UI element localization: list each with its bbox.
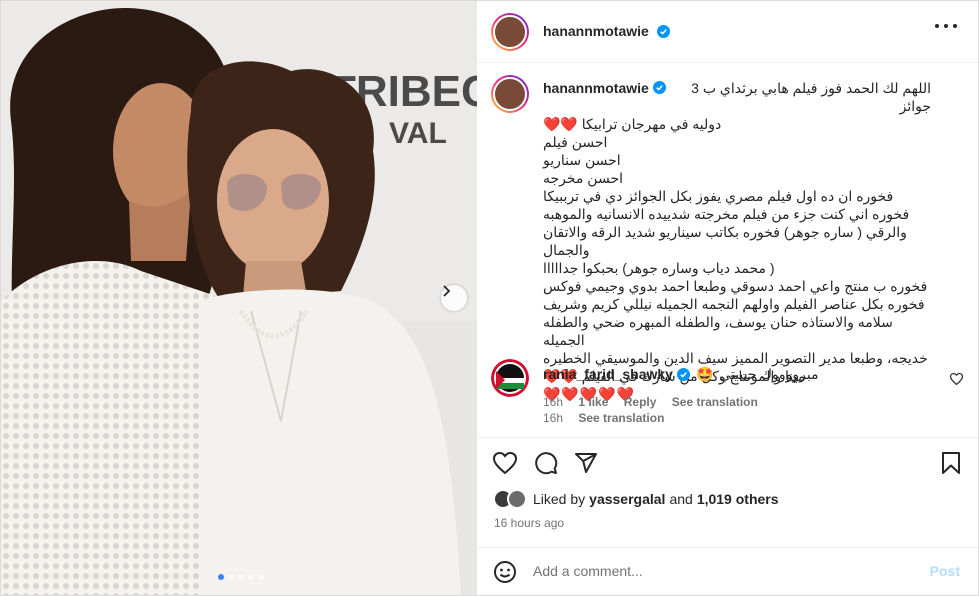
bookmark-icon[interactable] xyxy=(941,451,961,475)
commenter-avatar[interactable] xyxy=(491,359,529,397)
likes-summary: Liked by yassergalal and 1,019 others xyxy=(493,489,779,509)
liked-by-prefix: Liked by xyxy=(533,491,586,507)
heart-outline-icon[interactable] xyxy=(493,452,517,474)
caption-time: 16h xyxy=(543,411,564,425)
comment-head: rania_farid_shawky 🤩 مبرووووك حبيبتي xyxy=(543,365,943,383)
carousel-dots xyxy=(218,574,264,580)
caption-line: دوليه في مهرجان ترابيكا ❤️❤️ xyxy=(543,115,931,133)
caption-line: فخوره ب منتج واعي احمد دسوقي وطبعا احمد … xyxy=(543,278,928,294)
caption-meta: 16h See translation xyxy=(543,409,931,427)
author-avatar-image xyxy=(493,15,527,49)
comment-bubble-icon[interactable] xyxy=(534,451,558,475)
caption-line: فخوره ان ده اول فيلم مصري يفوز بكل الجوا… xyxy=(543,188,894,204)
see-translation-link[interactable]: See translation xyxy=(578,411,664,425)
commenter-username[interactable]: rania_farid_shawky xyxy=(543,366,673,382)
comment-text: مبرووووك حبيبتي xyxy=(719,366,819,382)
caption-line: احسن فيلم xyxy=(543,134,608,150)
photo-image: TRIBECA VAL xyxy=(1,1,477,595)
caption-head: hanannmotawie اللهم لك الحمد فوز فيلم ها… xyxy=(543,79,931,115)
add-comment-bar: Post xyxy=(477,547,978,595)
caption-line: اللهم لك الحمد فوز فيلم هابي برثداي ب 3 … xyxy=(691,80,931,114)
caption-line: والرقي ( ساره جوهر) فخوره بكاتب سيناريو … xyxy=(543,224,907,258)
post-header: hanannmotawie xyxy=(477,1,978,63)
carousel-dot xyxy=(248,574,254,580)
paper-plane-icon[interactable] xyxy=(574,451,598,475)
verified-badge-icon xyxy=(657,25,671,38)
caption-line: احسن سناريو xyxy=(543,152,621,168)
carousel-dot xyxy=(228,574,234,580)
caption-line: احسن مخرجه xyxy=(543,170,624,186)
caption-line-text: دوليه في مهرجان ترابيكا xyxy=(581,116,722,132)
heart-emoji: ❤️❤️ xyxy=(543,116,578,132)
carousel-dot xyxy=(218,574,224,580)
verified-badge-icon xyxy=(652,81,666,94)
liked-by-others[interactable]: 1,019 others xyxy=(697,491,779,507)
caption-avatar-image xyxy=(493,77,527,111)
caption-line: فخوره اني كنت جزء من فيلم مخرجته شدييده … xyxy=(543,206,910,222)
author-info: hanannmotawie xyxy=(543,23,671,41)
likers-avatars xyxy=(493,489,529,509)
chevron-right-icon xyxy=(443,285,451,297)
carousel-dot xyxy=(238,574,244,580)
verified-badge-icon xyxy=(676,367,690,381)
comment-time: 16h xyxy=(543,395,564,409)
post-time-ago: 16 hours ago xyxy=(494,516,565,530)
post-photo[interactable]: TRIBECA VAL xyxy=(1,1,477,595)
comment-meta: 16h 1 like Reply See translation xyxy=(543,395,943,409)
post-details-panel: hanannmotawie hanannmotawie اللهم لك الح… xyxy=(477,1,978,595)
carousel-next-button[interactable] xyxy=(441,285,467,311)
caption-line: فخوره بكل عناصر الفيلم واولهم النجمه الج… xyxy=(543,296,925,312)
post-comment-button[interactable]: Post xyxy=(930,563,960,579)
caption-line: سلامه والاستاذه حنان يوسف، والطفله المبه… xyxy=(543,314,893,348)
comment-reply-button[interactable]: Reply xyxy=(624,395,657,409)
liked-by-user[interactable]: yassergalal xyxy=(589,491,665,507)
more-horizontal-icon[interactable] xyxy=(934,23,958,29)
author-avatar[interactable] xyxy=(491,13,529,51)
comment-emoji: 🤩 xyxy=(695,365,714,382)
liker-avatar xyxy=(507,489,527,509)
comment-see-translation-link[interactable]: See translation xyxy=(672,395,758,409)
heart-outline-icon[interactable] xyxy=(950,373,963,385)
photo-sign-text-2: VAL xyxy=(389,117,447,150)
carousel-dot xyxy=(258,574,264,580)
comment-likes-count[interactable]: 1 like xyxy=(578,395,608,409)
commenter-avatar-image xyxy=(491,359,529,397)
comment-body: rania_farid_shawky 🤩 مبرووووك حبيبتي 16h… xyxy=(543,365,943,410)
caption-line: ( محمد دياب وساره جوهر) بحبكوا جدااااا xyxy=(543,260,775,276)
caption-username[interactable]: hanannmotawie xyxy=(543,79,649,97)
emoji-icon[interactable] xyxy=(493,560,517,584)
caption-area: hanannmotawie اللهم لك الحمد فوز فيلم ها… xyxy=(477,63,978,437)
caption-avatar[interactable] xyxy=(491,75,529,113)
author-username[interactable]: hanannmotawie xyxy=(543,23,649,39)
add-comment-input[interactable] xyxy=(533,556,913,586)
liked-by-and: and xyxy=(669,491,693,507)
